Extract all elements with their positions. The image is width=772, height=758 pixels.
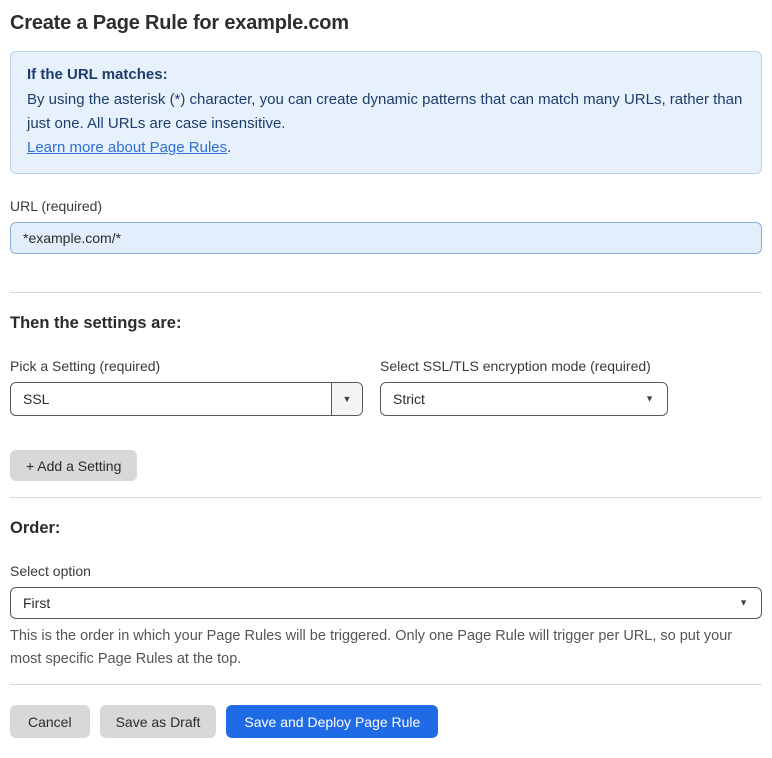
setting-picker-arrow-button[interactable]: ▼ (331, 383, 362, 415)
info-box-body: By using the asterisk (*) character, you… (27, 91, 743, 132)
order-help-text: This is the order in which your Page Rul… (10, 628, 733, 667)
chevron-down-icon: ▼ (342, 393, 352, 404)
page-title: Create a Page Rule for example.com (10, 12, 349, 34)
section-divider (10, 684, 762, 685)
create-page-rule-form: Create a Page Rule for example.com If th… (0, 0, 772, 758)
save-and-deploy-button[interactable]: Save and Deploy Page Rule (226, 705, 439, 738)
setting-picker-label: Pick a Setting (required) (10, 358, 161, 374)
save-as-draft-button[interactable]: Save as Draft (99, 705, 217, 738)
setting-picker-value: SSL (23, 391, 50, 407)
mode-picker-value: Strict (393, 391, 425, 407)
add-setting-button[interactable]: + Add a Setting (10, 450, 138, 481)
chevron-down-icon: ▼ (645, 393, 654, 404)
url-matches-info-box: If the URL matches: By using the asteris… (10, 51, 762, 174)
setting-picker-column: Pick a Setting (required) SSL ▼ (10, 358, 363, 416)
url-input[interactable] (10, 222, 762, 254)
settings-section-heading: Then the settings are: (10, 314, 182, 332)
order-select-label: Select option (10, 563, 91, 579)
footer-actions: Cancel Save as Draft Save and Deploy Pag… (10, 705, 762, 738)
setting-picker-select[interactable]: SSL ▼ (10, 382, 363, 416)
order-section-heading: Order: (10, 519, 61, 537)
order-select-value: First (23, 595, 51, 611)
cancel-button[interactable]: Cancel (10, 705, 90, 738)
info-box-link-line: Learn more about Page Rules. (27, 136, 745, 160)
mode-picker-label: Select SSL/TLS encryption mode (required… (380, 358, 651, 374)
link-period: . (227, 139, 232, 156)
mode-picker-column: Select SSL/TLS encryption mode (required… (380, 358, 668, 416)
section-divider (10, 497, 762, 498)
chevron-down-icon: ▼ (739, 597, 748, 608)
section-divider (10, 292, 762, 293)
mode-picker-select[interactable]: Strict ▼ (380, 382, 668, 416)
url-field-label: URL (required) (10, 198, 103, 214)
settings-row: Pick a Setting (required) SSL ▼ Select S… (10, 358, 762, 416)
order-select[interactable]: First ▼ (10, 587, 762, 619)
learn-more-link[interactable]: Learn more about Page Rules (27, 139, 227, 156)
info-box-heading: If the URL matches: (27, 66, 168, 83)
